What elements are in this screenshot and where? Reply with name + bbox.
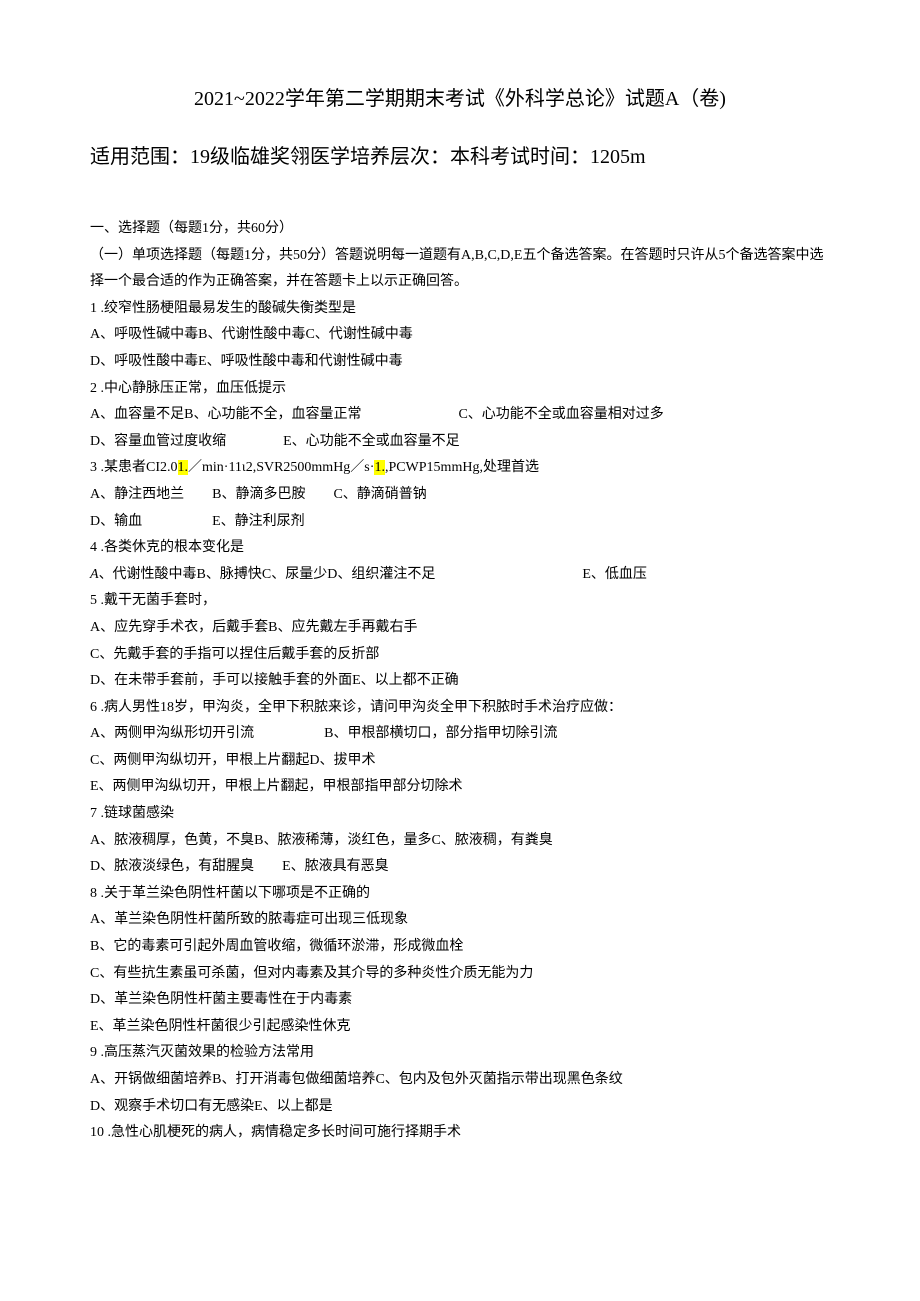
q9-stem: 9 .高压蒸汽灭菌效果的检验方法常用: [90, 1040, 830, 1067]
q3-stem-e: ,PCWP15mmHg,处理首选: [385, 460, 539, 475]
q7-options-1: A、脓液稠厚，色黄，不臭B、脓液稀薄，淡红色，量多C、脓液稠，有粪臭: [90, 828, 830, 855]
q2-options-1: A、血容量不足B、心功能不全，血容量正常 C、心功能不全或血容量相对过多: [90, 402, 830, 429]
q3-options-1: A、静注西地兰 B、静滴多巴胺 C、静滴硝普钠: [90, 482, 830, 509]
q4-options: A、代谢性酸中毒B、脉搏快C、尿量少D、组织灌注不足 E、低血压: [90, 562, 830, 589]
q4-opt-abcd: 、代谢性酸中毒B、脉搏快C、尿量少D、组织灌注不足: [99, 567, 436, 582]
highlight-2: 1.: [374, 460, 385, 475]
q6-options-1: A、两侧甲沟纵形切开引流 B、甲根部横切口，部分指甲切除引流: [90, 721, 830, 748]
q4-opt-a-letter: A: [90, 567, 99, 582]
q5-stem: 5 .戴干无菌手套时，: [90, 588, 830, 615]
section-1-heading: 一、选择题（每题1分，共60分）: [90, 216, 830, 243]
exam-title: 2021~2022学年第二学期期末考试《外科学总论》试题A（卷): [90, 80, 830, 118]
q8-options-1: A、革兰染色阴性杆菌所致的脓毒症可出现三低现象: [90, 907, 830, 934]
q6-options-3: E、两侧甲沟纵切开，甲根上片翻起，甲根部指甲部分切除术: [90, 774, 830, 801]
exam-subtitle: 适用范围：19级临雄奖翎医学培养层次：本科考试时间：1205m: [90, 138, 830, 176]
q2-options-2: D、容量血管过度收缩 E、心功能不全或血容量不足: [90, 429, 830, 456]
q5-options-2: C、先戴手套的手指可以捏住后戴手套的反折部: [90, 642, 830, 669]
q1-options-2: D、呼吸性酸中毒E、呼吸性酸中毒和代谢性碱中毒: [90, 349, 830, 376]
q8-options-2: B、它的毒素可引起外周血管收缩，微循环淤滞，形成微血栓: [90, 934, 830, 961]
q8-options-4: D、革兰染色阴性杆菌主要毒性在于内毒素: [90, 987, 830, 1014]
q7-stem: 7 .链球菌感染: [90, 801, 830, 828]
q4-opt-e: E、低血压: [582, 567, 647, 582]
section-1-description: （一）单项选择题（每题1分，共50分）答题说明每一道题有A,B,C,D,E五个备…: [90, 243, 830, 296]
q2-stem: 2 .中心静脉压正常，血压低提示: [90, 376, 830, 403]
q3-options-2: D、输血 E、静注利尿剂: [90, 509, 830, 536]
q1-stem: 1 .绞窄性肠梗阻最易发生的酸碱失衡类型是: [90, 296, 830, 323]
q8-stem: 8 .关于革兰染色阴性杆菌以下哪项是不正确的: [90, 881, 830, 908]
q4-stem: 4 .各类休克的根本变化是: [90, 535, 830, 562]
q2-opt-d: D、容量血管过度收缩: [90, 434, 226, 449]
q9-options-1: A、开锅做细菌培养B、打开消毒包做细菌培养C、包内及包外灭菌指示带出现黑色条纹: [90, 1067, 830, 1094]
q5-options-3: D、在未带手套前，手可以接触手套的外面E、以上都不正确: [90, 668, 830, 695]
q6-stem: 6 .病人男性18岁，甲沟炎，全甲下积脓来诊，请问甲沟炎全甲下积脓时手术治疗应做…: [90, 695, 830, 722]
q6-options-2: C、两侧甲沟纵切开，甲根上片翻起D、拔甲术: [90, 748, 830, 775]
highlight-1: 1.: [178, 460, 189, 475]
q2-opt-e: E、心功能不全或血容量不足: [283, 434, 460, 449]
q10-stem: 10 .急性心肌梗死的病人，病情稳定多长时间可施行择期手术: [90, 1120, 830, 1147]
q3-stem: 3 .某患者CI2.01.／min·11ι2,SVR2500mmHg／s·1.,…: [90, 455, 830, 482]
q2-opt-ab: A、血容量不足B、心功能不全，血容量正常: [90, 407, 361, 422]
q5-options-1: A、应先穿手术衣，后戴手套B、应先戴左手再戴右手: [90, 615, 830, 642]
q3-stem-c: ／min·11ι2,SVR2500mmHg／s·: [188, 460, 374, 475]
q7-options-2: D、脓液淡绿色，有甜腥臭 E、脓液具有恶臭: [90, 854, 830, 881]
q1-options-1: A、呼吸性碱中毒B、代谢性酸中毒C、代谢性碱中毒: [90, 322, 830, 349]
q8-options-5: E、革兰染色阴性杆菌很少引起感染性休克: [90, 1014, 830, 1041]
q8-options-3: C、有些抗生素虽可杀菌，但对内毒素及其介导的多种炎性介质无能为力: [90, 961, 830, 988]
q9-options-2: D、观察手术切口有无感染E、以上都是: [90, 1094, 830, 1121]
q2-opt-c: C、心功能不全或血容量相对过多: [458, 407, 663, 422]
q3-stem-a: 3 .某患者CI2.0: [90, 460, 178, 475]
